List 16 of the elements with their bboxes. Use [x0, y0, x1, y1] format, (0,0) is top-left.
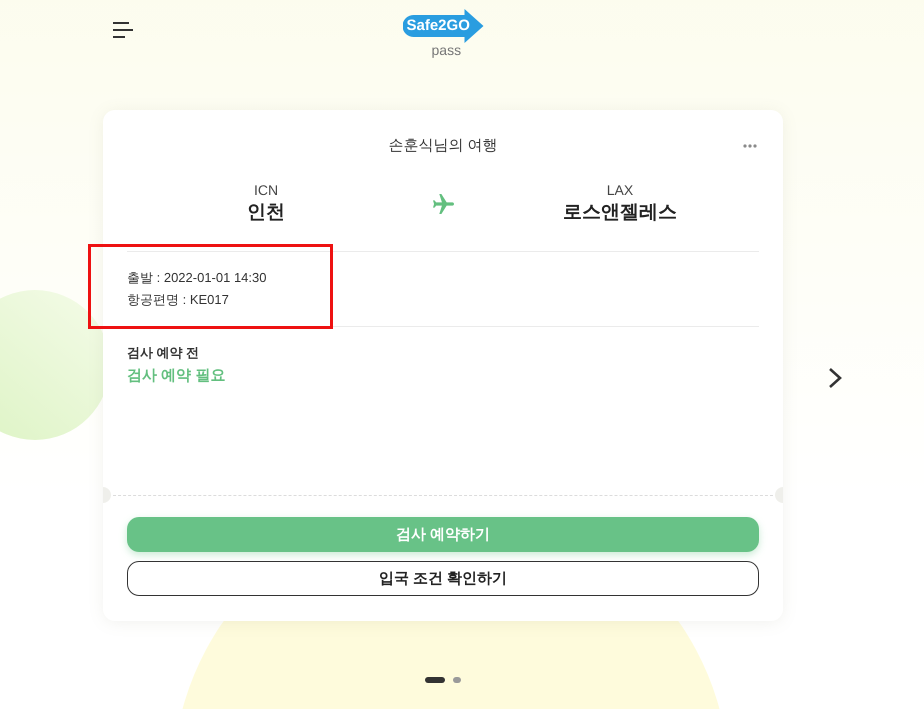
destination-code: LAX	[606, 181, 634, 199]
more-icon[interactable]	[743, 144, 757, 148]
trip-title: 손훈식님의 여행	[388, 136, 498, 156]
origin-city: 인천	[247, 201, 285, 225]
destination-city: 로스앤젤레스	[563, 201, 677, 225]
outline-button[interactable]: 입국 조건 확인하기	[127, 561, 759, 596]
status-label: 검사 예약 전	[127, 344, 200, 362]
logo-tagline: pass	[432, 43, 462, 58]
airplane-icon	[432, 194, 454, 214]
origin-code: ICN	[254, 181, 278, 199]
chevron-right-icon[interactable]	[828, 367, 842, 389]
menu-icon[interactable]	[113, 22, 133, 38]
flight-detail: 출발 : 2022-01-01 14:30	[127, 269, 266, 287]
page-indicator[interactable]	[425, 677, 445, 683]
flight-detail: 항공편명 : KE017	[127, 291, 229, 309]
status-message: 검사 예약 필요	[127, 366, 226, 386]
